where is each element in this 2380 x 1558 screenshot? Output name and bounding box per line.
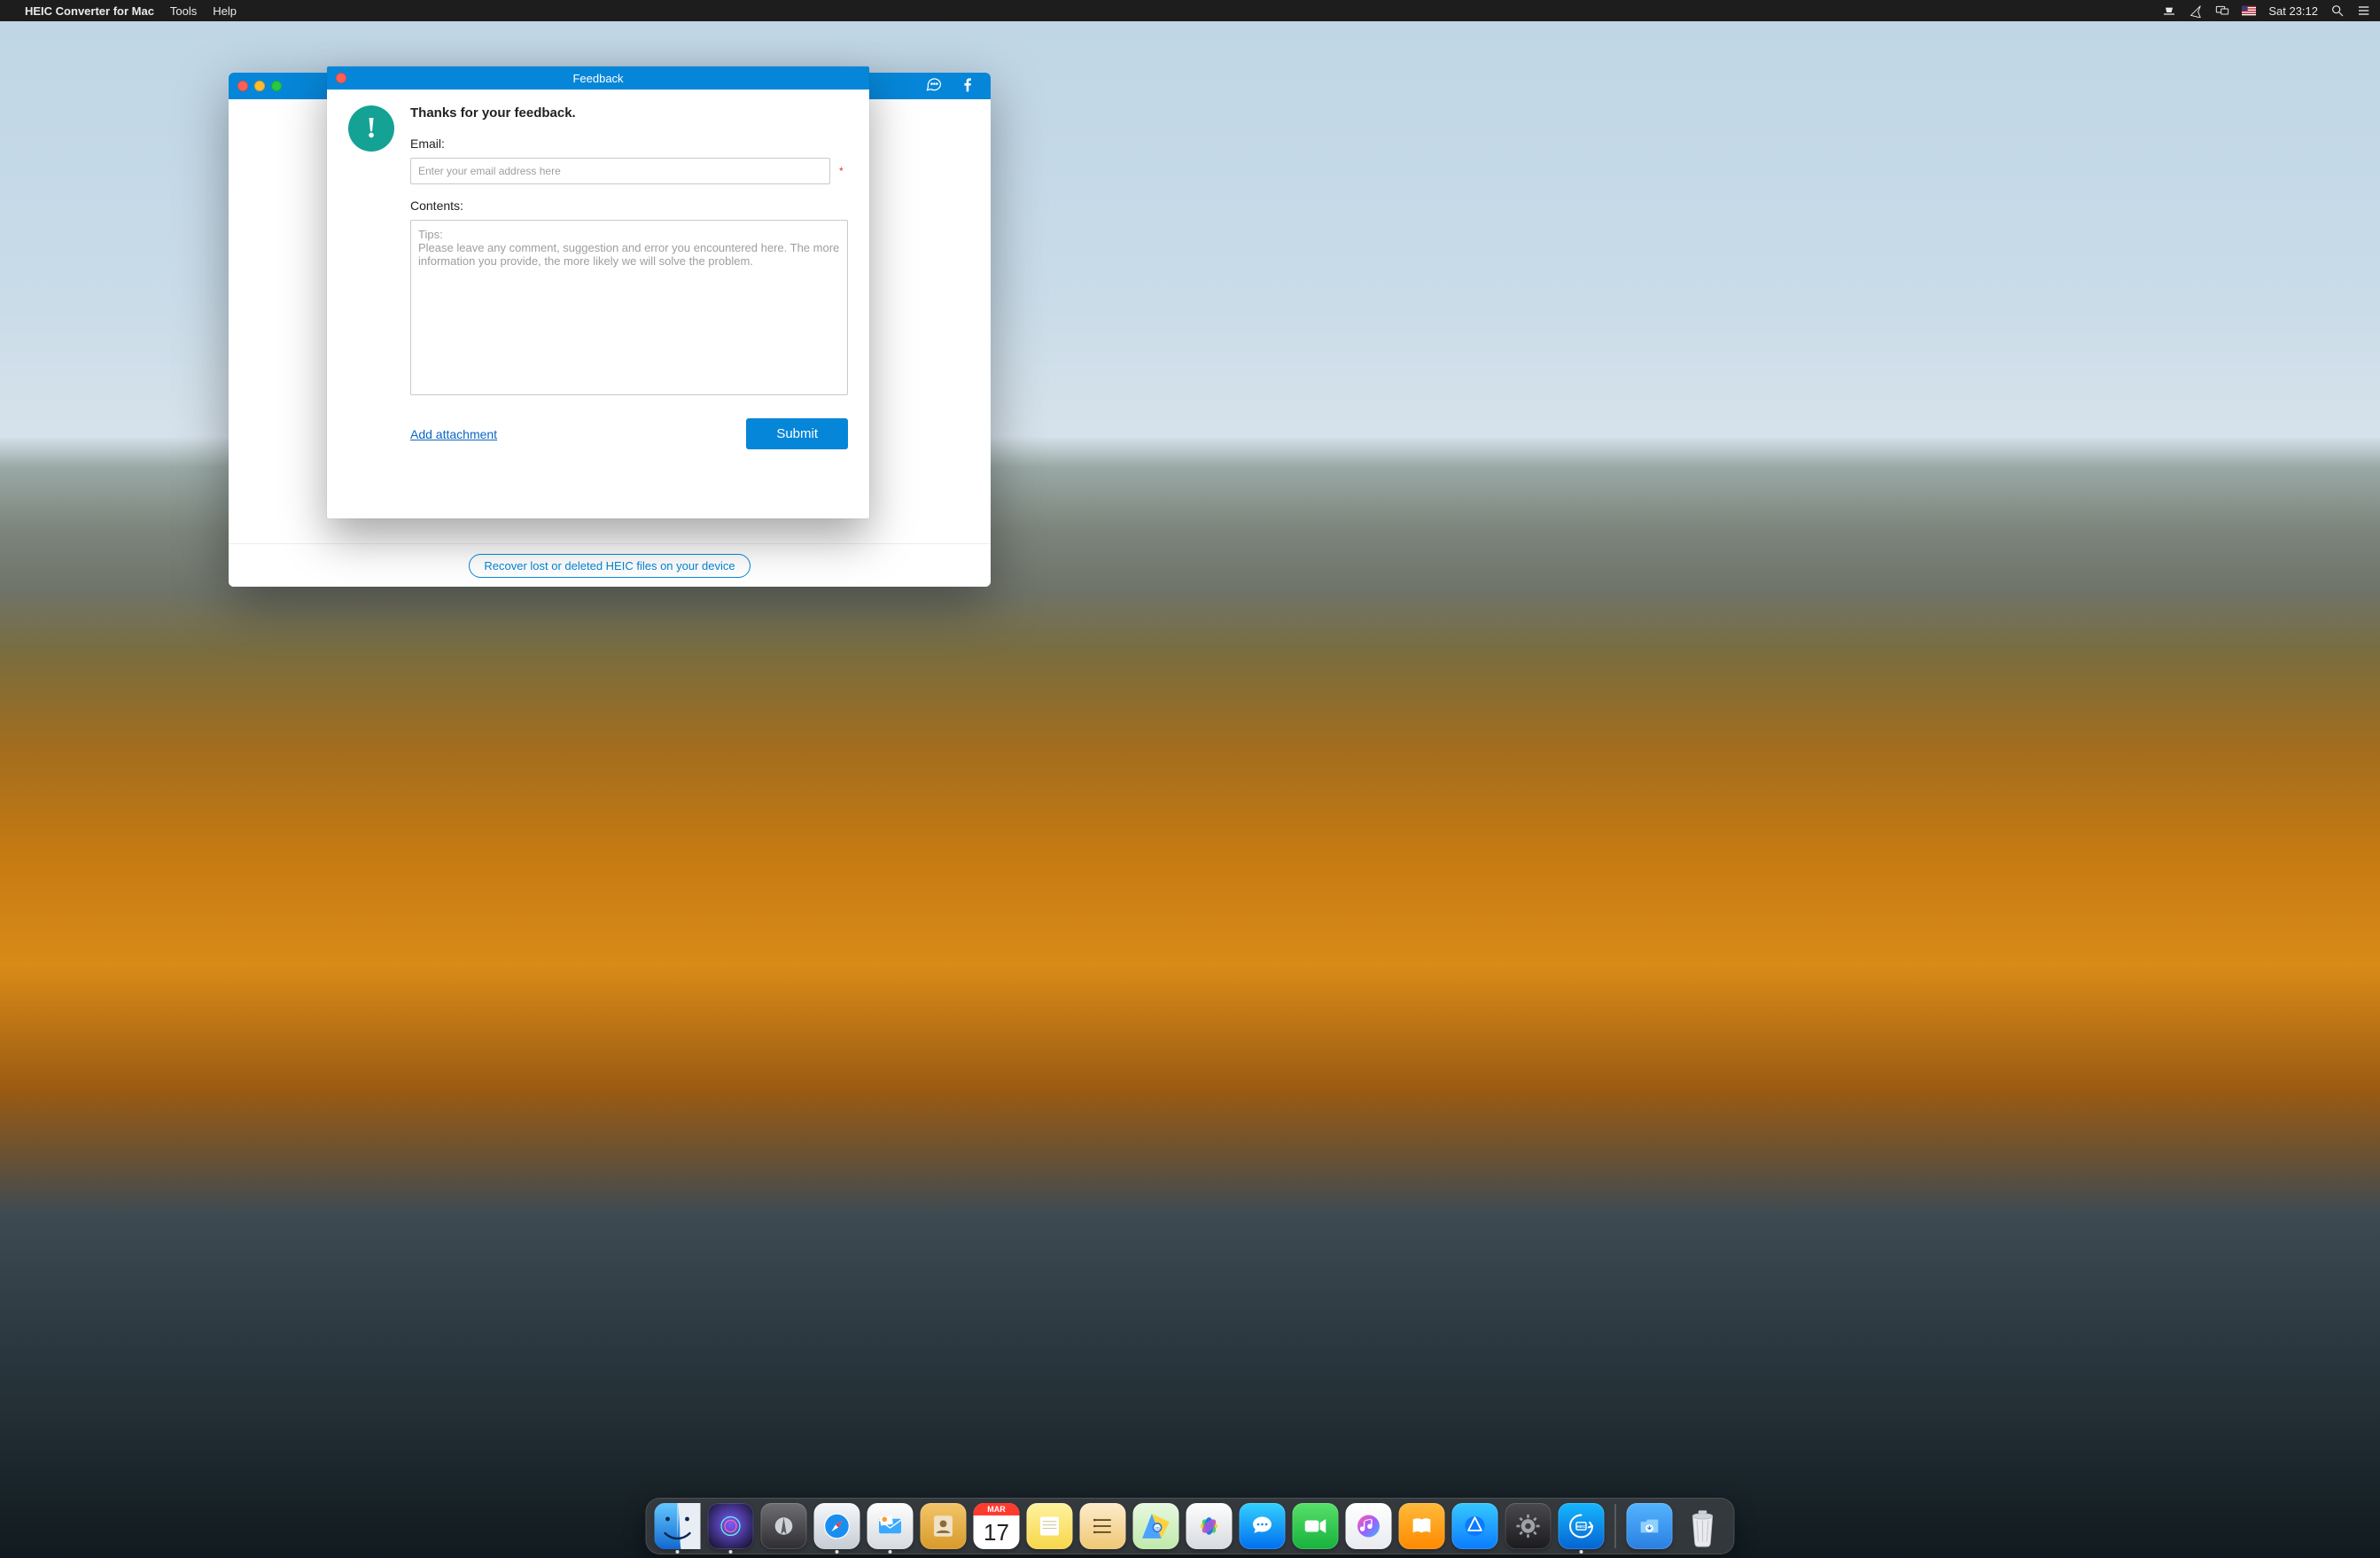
- svg-text:3D: 3D: [1155, 1526, 1161, 1531]
- dock-app-maps[interactable]: 3D: [1133, 1503, 1179, 1549]
- menubar-clock[interactable]: Sat 23:12: [2268, 4, 2318, 18]
- dock-app-safari[interactable]: [814, 1503, 860, 1549]
- dock-app-calendar[interactable]: MAR 17: [974, 1503, 1020, 1549]
- chat-icon[interactable]: [925, 75, 943, 97]
- email-field[interactable]: [410, 158, 830, 184]
- dock-app-siri[interactable]: [708, 1503, 754, 1549]
- dock-app-mail[interactable]: [867, 1503, 914, 1549]
- dock-app-finder[interactable]: [655, 1503, 701, 1549]
- exclamation-icon: !: [348, 105, 394, 152]
- contents-field[interactable]: [410, 220, 848, 395]
- menu-tools[interactable]: Tools: [170, 4, 197, 18]
- dock-app-facetime[interactable]: [1293, 1503, 1339, 1549]
- menu-help[interactable]: Help: [213, 4, 237, 18]
- notification-center-icon[interactable]: [2357, 4, 2371, 18]
- status-icon-2[interactable]: [2189, 4, 2203, 18]
- dock: MAR 17 3D: [646, 1498, 1735, 1554]
- dock-app-notes[interactable]: [1027, 1503, 1073, 1549]
- svg-text:HEIC: HEIC: [1577, 1524, 1586, 1529]
- submit-button[interactable]: Submit: [746, 418, 848, 449]
- calendar-month: MAR: [974, 1503, 1020, 1515]
- add-attachment-link[interactable]: Add attachment: [410, 427, 497, 441]
- calendar-day: 17: [974, 1515, 1020, 1549]
- window-minimize-button[interactable]: [254, 81, 265, 91]
- spotlight-search-icon[interactable]: [2330, 4, 2345, 18]
- dock-app-appstore[interactable]: [1452, 1503, 1498, 1549]
- dock-trash[interactable]: [1680, 1503, 1726, 1549]
- window-footer: Recover lost or deleted HEIC files on yo…: [229, 543, 991, 587]
- dock-app-photos[interactable]: [1186, 1503, 1233, 1549]
- email-required-mark: *: [839, 165, 848, 177]
- feedback-heading: Thanks for your feedback.: [410, 105, 848, 121]
- dock-app-system-preferences[interactable]: [1505, 1503, 1552, 1549]
- input-source-flag-icon[interactable]: [2242, 4, 2256, 18]
- recover-files-link[interactable]: Recover lost or deleted HEIC files on yo…: [469, 554, 750, 578]
- feedback-modal: Feedback ! Thanks for your feedback. Ema…: [327, 66, 869, 518]
- dock-app-heic-converter[interactable]: HEIC: [1559, 1503, 1605, 1549]
- email-label: Email:: [410, 136, 848, 151]
- screen-mirroring-icon[interactable]: [2215, 4, 2229, 18]
- dock-app-messages[interactable]: [1240, 1503, 1286, 1549]
- facebook-icon[interactable]: [959, 75, 976, 97]
- window-zoom-button[interactable]: [271, 81, 282, 91]
- feedback-close-button[interactable]: [336, 73, 346, 83]
- status-icon-1[interactable]: [2162, 4, 2176, 18]
- feedback-title: Feedback: [327, 72, 869, 85]
- contents-label: Contents:: [410, 199, 848, 213]
- dock-app-itunes[interactable]: [1346, 1503, 1392, 1549]
- menubar-app-name[interactable]: HEIC Converter for Mac: [25, 4, 154, 18]
- macos-menubar: HEIC Converter for Mac Tools Help Sat 23…: [0, 0, 2380, 21]
- window-close-button[interactable]: [237, 81, 248, 91]
- dock-app-launchpad[interactable]: [761, 1503, 807, 1549]
- feedback-titlebar[interactable]: Feedback: [327, 66, 869, 90]
- dock-app-contacts[interactable]: [921, 1503, 967, 1549]
- dock-app-reminders[interactable]: [1080, 1503, 1126, 1549]
- dock-app-ibooks[interactable]: [1399, 1503, 1445, 1549]
- dock-app-downloads[interactable]: [1627, 1503, 1673, 1549]
- dock-separator: [1615, 1504, 1616, 1548]
